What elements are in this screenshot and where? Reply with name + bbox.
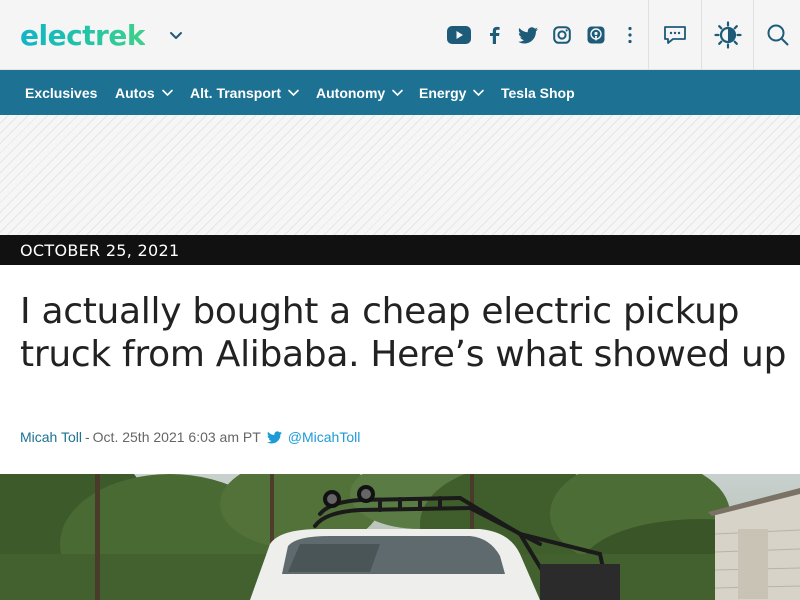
ad-placeholder xyxy=(0,115,800,235)
chevron-down-icon[interactable] xyxy=(168,27,184,43)
date-bar: OCTOBER 25, 2021 xyxy=(0,235,800,265)
theme-toggle-icon[interactable] xyxy=(703,0,753,70)
chevron-down-icon xyxy=(161,89,173,97)
chevron-down-icon xyxy=(288,89,299,97)
youtube-icon[interactable] xyxy=(446,22,472,48)
main-nav: Exclusives Autos Alt. Transport Autonomy… xyxy=(0,70,800,115)
header-divider xyxy=(701,0,702,70)
nav-item-exclusives[interactable]: Exclusives xyxy=(25,70,97,115)
podcast-icon[interactable] xyxy=(583,22,609,48)
nav-item-autos[interactable]: Autos xyxy=(115,70,174,115)
byline-separator: - xyxy=(85,429,90,445)
article-title: I actually bought a cheap electric picku… xyxy=(20,291,787,375)
comments-icon[interactable] xyxy=(650,0,700,70)
chevron-down-icon xyxy=(392,89,404,97)
article-byline: Micah Toll - Oct. 25th 2021 6:03 am PT @… xyxy=(20,428,360,446)
twitter-icon[interactable] xyxy=(515,22,541,48)
header-divider xyxy=(753,0,754,70)
nav-item-energy[interactable]: Energy xyxy=(419,70,485,115)
nav-item-autonomy[interactable]: Autonomy xyxy=(316,70,404,115)
site-header: electrek xyxy=(0,0,800,70)
twitter-icon xyxy=(266,430,282,443)
twitter-handle-link[interactable]: @MicahToll xyxy=(288,429,361,445)
nav-item-alt-transport[interactable]: Alt. Transport xyxy=(190,70,300,115)
chevron-down-icon xyxy=(473,89,485,97)
hero-image xyxy=(0,474,800,600)
article-timestamp: Oct. 25th 2021 6:03 am PT xyxy=(92,429,261,445)
facebook-icon[interactable] xyxy=(481,22,507,48)
instagram-icon[interactable] xyxy=(549,22,575,48)
article-date: OCTOBER 25, 2021 xyxy=(20,240,180,260)
more-vertical-icon[interactable] xyxy=(617,22,643,48)
search-icon[interactable] xyxy=(755,0,800,70)
header-divider xyxy=(648,0,649,70)
nav-item-tesla-shop[interactable]: Tesla Shop xyxy=(501,70,575,115)
site-logo[interactable]: electrek xyxy=(20,17,145,53)
author-link[interactable]: Micah Toll xyxy=(20,429,82,445)
